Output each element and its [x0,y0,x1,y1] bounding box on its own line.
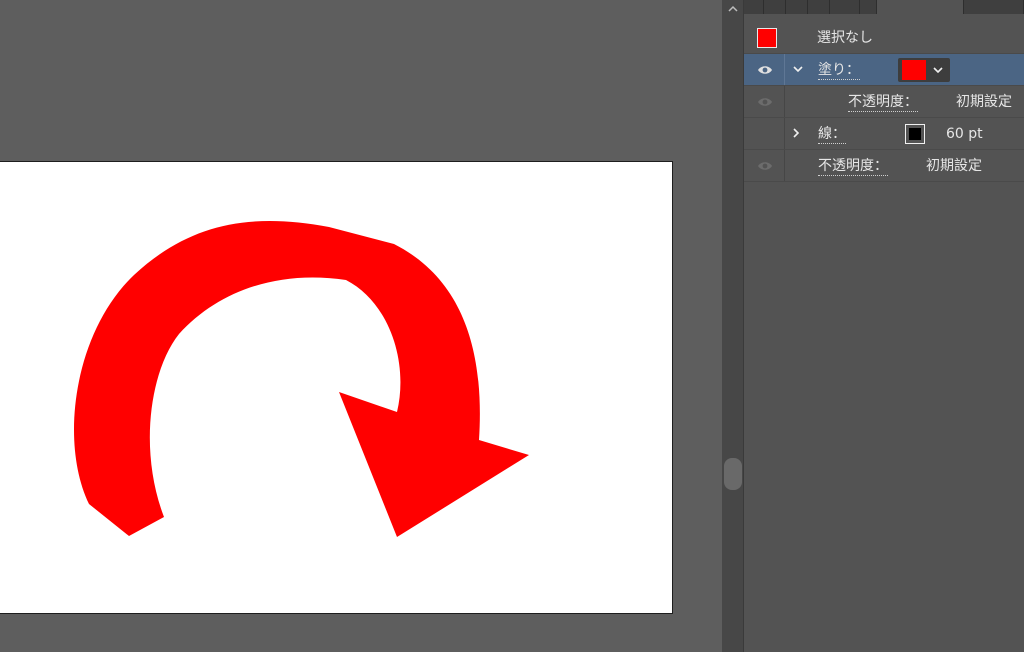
object-opacity-value: 初期設定 [926,158,982,174]
tab-appearance[interactable] [876,0,964,14]
chevron-down-icon[interactable] [792,63,804,75]
stroke-weight-value[interactable]: 60 pt [946,125,983,143]
target-label: 選択なし [817,30,873,46]
eye-icon[interactable] [757,97,773,107]
fill-label[interactable]: 塗り： [818,61,860,80]
fill-opacity-value: 初期設定 [956,94,1012,110]
panel-tab[interactable] [830,0,860,14]
chevron-right-icon[interactable] [790,127,802,139]
panel-tab-strip [744,0,1024,14]
object-opacity-row[interactable]: 不透明度： 初期設定 [744,150,1024,182]
fill-opacity-row[interactable]: 不透明度： 初期設定 [744,86,1024,118]
panel-tab[interactable] [786,0,808,14]
stroke-row[interactable]: 線： 60 pt [744,118,1024,150]
stroke-color-swatch[interactable] [905,124,925,144]
eye-icon[interactable] [757,161,773,171]
fill-color-swatch[interactable] [902,60,926,80]
appearance-target-row[interactable]: 選択なし [744,22,1024,54]
artboard[interactable] [0,161,673,614]
fill-row[interactable]: 塗り： [744,54,1024,86]
chevron-up-icon[interactable] [726,2,740,16]
fill-color-dropdown[interactable] [898,58,950,82]
stroke-label[interactable]: 線： [818,125,846,144]
fill-opacity-label[interactable]: 不透明度： [848,93,918,112]
target-thumbnail [757,28,777,48]
panel-tab[interactable] [764,0,786,14]
visibility-toggle[interactable] [744,54,785,85]
scrollbar-thumb[interactable] [724,458,742,490]
panel-tab[interactable] [808,0,830,14]
panel-tab[interactable] [744,0,764,14]
visibility-toggle[interactable] [744,118,785,149]
eye-icon[interactable] [757,65,773,75]
appearance-panel: 選択なし 塗り： 不透明度： 初期設定 線： 60 pt 不透明度： 初期設定 [744,0,1024,652]
curved-arrow-shape[interactable] [74,220,529,537]
canvas-area[interactable] [0,0,722,652]
chevron-down-icon[interactable] [932,64,944,76]
artwork [74,220,529,537]
visibility-toggle[interactable] [744,150,785,181]
panel-tab[interactable] [964,0,1024,14]
visibility-toggle[interactable] [744,86,785,117]
object-opacity-label[interactable]: 不透明度： [818,157,888,176]
panel-scrollbar[interactable] [722,0,744,652]
